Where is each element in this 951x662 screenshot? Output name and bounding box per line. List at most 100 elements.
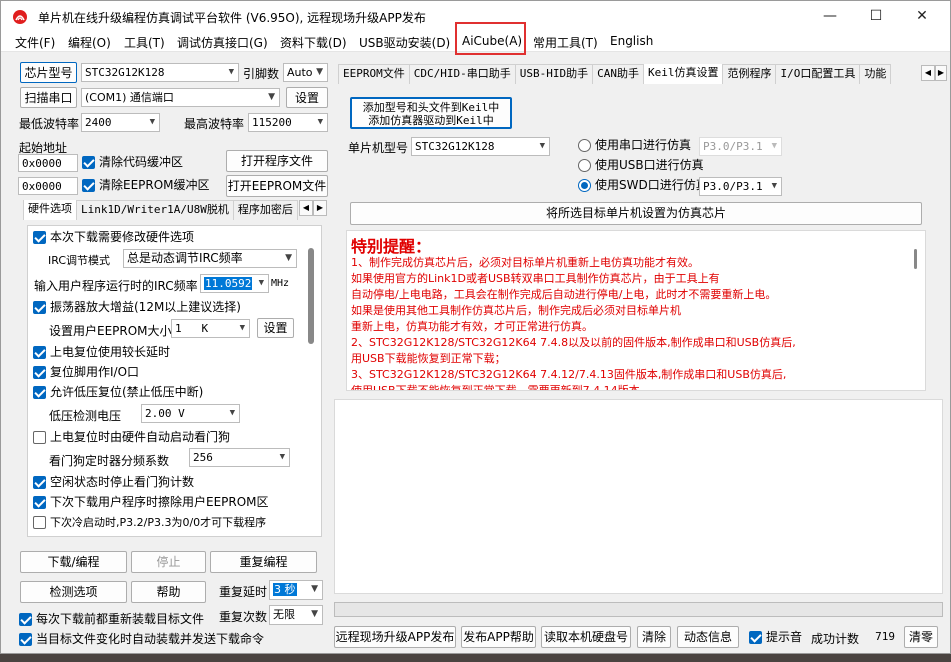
tab-functions[interactable]: 功能: [859, 64, 892, 84]
long-delay-label: 上电复位使用较长延时: [50, 345, 171, 359]
set-sim-chip-button[interactable]: 将所选目标单片机设置为仿真芯片: [350, 202, 922, 225]
reset-pin-io-checkbox[interactable]: 复位脚用作I/O口: [33, 365, 139, 380]
tab-cdc-serial-helper[interactable]: CDC/HID-串口助手: [408, 64, 516, 84]
maximize-button[interactable]: ☐: [853, 1, 899, 32]
clear-eeprom-buffer-checkbox[interactable]: 清除EEPROM缓冲区: [82, 178, 210, 193]
auto-reload-checkbox[interactable]: 当目标文件变化时自动装载并发送下载命令: [19, 632, 264, 647]
tab-usb-hid-helper[interactable]: USB-HID助手: [514, 64, 594, 84]
scan-port-button[interactable]: 扫描串口: [20, 87, 77, 108]
sim-usb-label: 使用USB口进行仿真: [595, 158, 704, 172]
left-tab-strip: 硬件选项 Link1D/Writer1A/U8W脱机 程序加密后: [23, 200, 299, 220]
read-disk-id-button[interactable]: 读取本机硬盘号: [541, 626, 631, 648]
port-value: (COM1) 通信端口: [85, 91, 174, 104]
open-eeprom-file-button[interactable]: 打开EEPROM文件: [226, 175, 328, 197]
tab-eeprom-file[interactable]: EEPROM文件: [338, 64, 410, 84]
lvd-reset-label: 允许低压复位(禁止低压中断): [50, 385, 204, 399]
sim-swd-port-select[interactable]: P3.0/P3.1 ▼: [699, 177, 782, 196]
eeprom-size-select[interactable]: 1 K ▼: [171, 319, 250, 338]
erase-eeprom-checkbox[interactable]: 下次下载用户程序时擦除用户EEPROM区: [33, 495, 269, 510]
sim-usb-radio[interactable]: 使用USB口进行仿真: [578, 158, 704, 173]
tab-io-config-tool[interactable]: I/O口配置工具: [775, 64, 861, 84]
repeat-delay-select[interactable]: 3 秒 ▼: [269, 580, 323, 600]
modify-hardware-checkbox[interactable]: 本次下载需要修改硬件选项: [33, 230, 194, 245]
tab-scroll-left-icon[interactable]: ◀: [299, 200, 313, 216]
tab-scroll-right-icon[interactable]: ▶: [935, 65, 947, 81]
reset-count-button[interactable]: 清零: [904, 626, 938, 648]
port-select[interactable]: (COM1) 通信端口 ▼: [81, 88, 280, 107]
menu-usb-driver[interactable]: USB驱动安装(D): [359, 34, 450, 51]
output-log[interactable]: [334, 399, 943, 594]
min-baud-select[interactable]: 2400 ▼: [81, 113, 160, 132]
reload-before-download-checkbox[interactable]: 每次下载前都重新装载目标文件: [19, 612, 204, 627]
beep-checkbox[interactable]: 提示音: [749, 630, 802, 645]
menu-debug-interface[interactable]: 调试仿真接口(G): [177, 34, 268, 51]
open-program-file-button[interactable]: 打开程序文件: [226, 150, 328, 172]
irc-freq-value: 11.0592: [204, 277, 253, 290]
tab-offline-writer[interactable]: Link1D/Writer1A/U8W脱机: [76, 200, 234, 220]
radio-icon: [578, 179, 591, 192]
menu-common-tools[interactable]: 常用工具(T): [533, 34, 598, 51]
tab-scroll-right-icon[interactable]: ▶: [313, 200, 327, 216]
wdt-prescale-select[interactable]: 256 ▼: [189, 448, 290, 467]
sim-serial-radio[interactable]: 使用串口进行仿真: [578, 138, 691, 153]
pin-count-select[interactable]: Auto ▼: [283, 63, 328, 82]
dynamic-info-button[interactable]: 动态信息: [677, 626, 739, 648]
add-to-keil-button[interactable]: 添加型号和头文件到Keil中 添加仿真器驱动到Keil中: [350, 97, 512, 129]
lvd-reset-checkbox[interactable]: 允许低压复位(禁止低压中断): [33, 385, 203, 400]
max-baud-select[interactable]: 115200 ▼: [248, 113, 328, 132]
lvd-voltage-label: 低压检测电压: [49, 409, 122, 423]
clear-log-button[interactable]: 清除: [637, 626, 671, 648]
tab-scroll-left-icon[interactable]: ◀: [921, 65, 935, 81]
publish-help-button[interactable]: 发布APP帮助: [461, 626, 536, 648]
mcu-model-select[interactable]: STC32G12K128 ▼: [411, 137, 550, 156]
cold-boot-checkbox[interactable]: 下次冷启动时,P3.2/P3.3为0/0才可下载程序: [33, 515, 266, 530]
notice-line: 自动停电/上电电路，工具会在制作完成后自动进行停电/上电，此时才不需要重新上电。: [351, 288, 777, 301]
eeprom-address-input[interactable]: 0x0000: [18, 177, 78, 195]
help-button[interactable]: 帮助: [131, 581, 206, 603]
erase-eeprom-label: 下次下载用户程序时擦除用户EEPROM区: [50, 495, 269, 509]
stop-button[interactable]: 停止: [131, 551, 206, 573]
notice-line: 1、制作完成仿真芯片后，必须对目标单片机重新上电仿真功能才有效。: [351, 256, 699, 269]
menu-tools[interactable]: 工具(T): [124, 34, 165, 51]
osc-gain-checkbox[interactable]: 振荡器放大增益(12M以上建议选择): [33, 300, 241, 315]
notice-line: 使用USB下载不能恢复到正常下载，需要更新到7.4.14版本: [351, 384, 640, 391]
menu-english[interactable]: English: [610, 34, 653, 48]
options-scrollbar[interactable]: [308, 248, 314, 344]
repeat-delay-label: 重复延时: [219, 585, 268, 599]
tab-keil-sim-settings[interactable]: Keil仿真设置: [642, 64, 724, 84]
download-program-button[interactable]: 下载/编程: [20, 551, 127, 573]
chevron-down-icon: ▼: [258, 278, 264, 288]
long-delay-checkbox[interactable]: 上电复位使用较长延时: [33, 345, 170, 360]
irc-freq-select[interactable]: 11.0592 ▼: [200, 274, 269, 293]
sim-swd-radio[interactable]: 使用SWD口进行仿真: [578, 178, 708, 193]
check-options-button[interactable]: 检测选项: [20, 581, 127, 603]
publish-app-button[interactable]: 远程现场升级APP发布: [334, 626, 456, 648]
minimize-button[interactable]: —: [807, 1, 853, 32]
wdt-auto-start-checkbox[interactable]: 上电复位时由硬件自动启动看门狗: [33, 430, 230, 445]
chip-model-button[interactable]: 芯片型号: [20, 62, 77, 83]
tab-encryption[interactable]: 程序加密后: [232, 200, 298, 220]
notice-scrollbar[interactable]: [914, 249, 917, 269]
menu-downloads[interactable]: 资料下载(D): [280, 34, 347, 51]
chip-model-select[interactable]: STC32G12K128 ▼: [81, 63, 239, 82]
chevron-down-icon: ▼: [149, 117, 155, 127]
menu-program[interactable]: 编程(O): [68, 34, 111, 51]
irc-mode-select[interactable]: 总是动态调节IRC频率 ▼: [123, 249, 297, 268]
tab-hardware-options[interactable]: 硬件选项: [23, 200, 77, 220]
wdt-auto-start-label: 上电复位时由硬件自动启动看门狗: [50, 430, 231, 444]
tab-can-helper[interactable]: CAN助手: [592, 64, 644, 84]
idle-stop-wdt-checkbox[interactable]: 空闲状态时停止看门狗计数: [33, 475, 194, 490]
menu-file[interactable]: 文件(F): [15, 34, 55, 51]
sim-serial-port-select[interactable]: P3.0/P3.1 ▼: [699, 137, 782, 156]
eeprom-size-settings-button[interactable]: 设置: [257, 318, 294, 338]
clear-code-buffer-checkbox[interactable]: 清除代码缓冲区: [82, 155, 183, 170]
cold-boot-label: 下次冷启动时,P3.2/P3.3为0/0才可下载程序: [50, 516, 267, 529]
max-baud-value: 115200: [252, 116, 292, 129]
code-address-input[interactable]: 0x0000: [18, 154, 78, 172]
close-button[interactable]: ✕: [899, 1, 945, 32]
reprogram-button[interactable]: 重复编程: [210, 551, 317, 573]
port-settings-button[interactable]: 设置: [286, 87, 328, 108]
repeat-count-select[interactable]: 无限 ▼: [269, 605, 323, 625]
lvd-voltage-select[interactable]: 2.00 V ▼: [141, 404, 240, 423]
tab-example-programs[interactable]: 范例程序: [722, 64, 777, 84]
